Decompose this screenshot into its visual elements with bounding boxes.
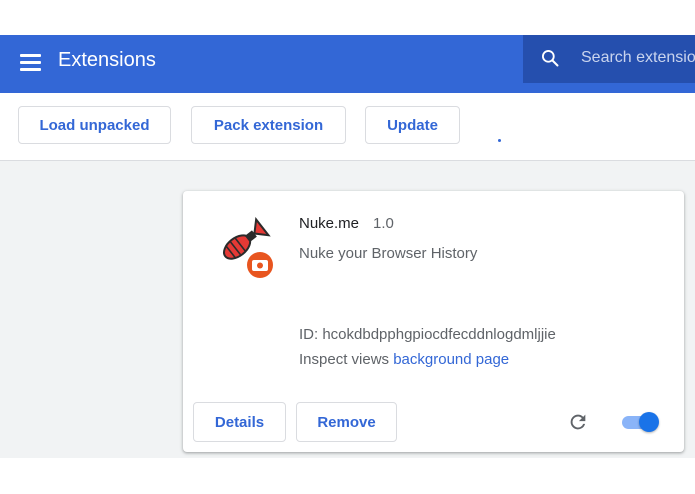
hamburger-menu-icon[interactable] bbox=[20, 54, 41, 72]
enable-toggle[interactable] bbox=[620, 412, 660, 432]
search-icon[interactable] bbox=[540, 48, 560, 68]
focus-dot bbox=[498, 139, 501, 142]
developer-toolbar: Load unpacked Pack extension Update bbox=[0, 93, 695, 161]
pack-extension-button[interactable]: Pack extension bbox=[191, 106, 346, 144]
reload-icon[interactable] bbox=[567, 411, 589, 433]
inspect-views: Inspect views background page bbox=[299, 351, 509, 368]
remove-button[interactable]: Remove bbox=[296, 402, 397, 442]
extension-version: 1.0 bbox=[373, 215, 394, 232]
extension-card: Nuke.me 1.0 Nuke your Browser History ID… bbox=[183, 191, 684, 452]
details-button[interactable]: Details bbox=[193, 402, 286, 442]
extension-name: Nuke.me bbox=[299, 215, 360, 232]
search-input[interactable] bbox=[581, 47, 695, 69]
extensions-header: Extensions bbox=[0, 35, 695, 93]
nuke-bomb-icon bbox=[223, 217, 273, 278]
extension-id: ID: hcokdbdpphgpiocdfecddnlogdmljjie bbox=[299, 326, 556, 343]
inspect-views-label: Inspect views bbox=[299, 351, 390, 368]
background-page-link[interactable]: background page bbox=[393, 351, 509, 368]
update-button[interactable]: Update bbox=[365, 106, 460, 144]
load-unpacked-button[interactable]: Load unpacked bbox=[18, 106, 171, 144]
page-title: Extensions bbox=[58, 49, 156, 71]
toggle-knob bbox=[639, 412, 659, 432]
extensions-list: Nuke.me 1.0 Nuke your Browser History ID… bbox=[0, 161, 695, 458]
extension-description: Nuke your Browser History bbox=[299, 245, 478, 262]
search-box[interactable] bbox=[523, 35, 695, 83]
